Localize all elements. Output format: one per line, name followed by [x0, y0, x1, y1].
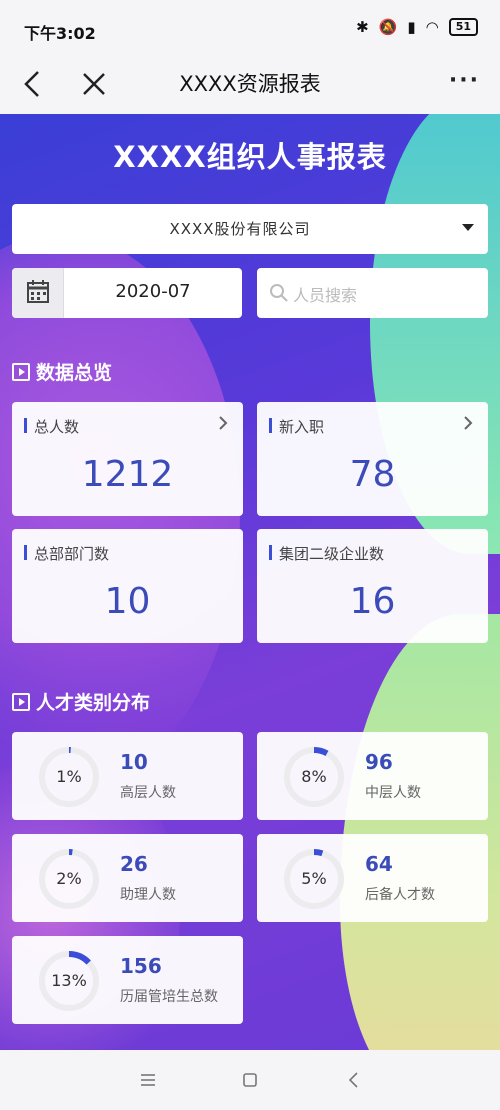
caret-down-icon — [462, 224, 474, 231]
talent-card-senior[interactable]: 1% 10 高层人数 — [12, 732, 243, 820]
date-picker[interactable]: 2020-07 — [12, 268, 242, 318]
status-time: 下午3:02 — [24, 24, 96, 43]
ring-percent: 1% — [56, 767, 82, 786]
stat-card-total[interactable]: 总人数 1212 — [12, 402, 243, 516]
company-select[interactable]: XXXX股份有限公司 — [12, 204, 488, 254]
talent-card-trainees[interactable]: 13% 156 历届管培生总数 — [12, 936, 243, 1024]
talent-value: 156 — [120, 954, 162, 978]
stat-label: 新入职 — [279, 418, 325, 436]
stat-card-new-hires[interactable]: 新入职 78 — [257, 402, 488, 516]
overview-heading-text: 数据总览 — [36, 362, 113, 384]
talent-heading: 人才类别分布 — [12, 688, 150, 715]
ring-percent: 8% — [301, 767, 327, 786]
company-select-value: XXXX股份有限公司 — [169, 220, 311, 238]
stat-card-subsidiaries: 集团二级企业数 16 — [257, 529, 488, 643]
section-icon — [12, 692, 30, 711]
talent-value: 64 — [365, 852, 393, 876]
more-icon[interactable]: ··· — [449, 68, 480, 93]
talent-label: 中层人数 — [365, 785, 421, 801]
talent-label: 后备人才数 — [365, 887, 435, 903]
label-bar — [269, 418, 272, 433]
calendar-icon[interactable] — [12, 268, 64, 318]
stat-value: 10 — [104, 581, 151, 622]
battery-icon: 51 — [448, 18, 478, 36]
ring-percent: 2% — [56, 869, 82, 888]
page-title: XXXX组织人事报表 — [113, 140, 387, 174]
talent-label: 历届管培生总数 — [120, 989, 218, 1005]
stat-value: 16 — [349, 581, 396, 622]
talent-card-reserve[interactable]: 5% 64 后备人才数 — [257, 834, 488, 922]
nav-bar: XXXX资源报表 ··· — [0, 58, 500, 114]
menu-icon[interactable] — [136, 1068, 160, 1092]
talent-label: 高层人数 — [120, 785, 176, 801]
label-bar — [24, 545, 27, 560]
talent-value: 96 — [365, 750, 393, 774]
talent-value: 10 — [120, 750, 148, 774]
stat-value: 1212 — [81, 454, 174, 495]
home-icon[interactable] — [238, 1068, 262, 1092]
mute-icon: 🔕 — [378, 18, 398, 36]
search-icon — [270, 284, 288, 302]
talent-card-assistant[interactable]: 2% 26 助理人数 — [12, 834, 243, 922]
talent-heading-text: 人才类别分布 — [36, 692, 151, 714]
stat-card-departments: 总部部门数 10 — [12, 529, 243, 643]
signal-icon: ▮ — [407, 18, 416, 36]
status-icons: ✱ 🔕 ▮ ◠ 51 — [356, 18, 478, 36]
report-content: XXXX组织人事报表 XXXX股份有限公司 2020-07 人员搜索 数据总览 … — [0, 114, 500, 1050]
system-nav-bar — [0, 1050, 500, 1110]
bluetooth-icon: ✱ — [356, 18, 369, 36]
section-icon — [12, 362, 30, 381]
talent-card-middle[interactable]: 8% 96 中层人数 — [257, 732, 488, 820]
search-input[interactable]: 人员搜索 — [257, 268, 488, 318]
back-nav-icon[interactable] — [342, 1068, 366, 1092]
search-placeholder: 人员搜索 — [293, 286, 358, 305]
wifi-icon: ◠ — [425, 18, 439, 36]
stat-label: 总部部门数 — [34, 545, 110, 563]
stat-label: 总人数 — [34, 418, 80, 436]
overview-heading: 数据总览 — [12, 358, 112, 385]
label-bar — [24, 418, 27, 433]
ring-percent: 13% — [51, 971, 87, 990]
stat-value: 78 — [349, 454, 396, 495]
chevron-right-icon[interactable] — [215, 414, 231, 432]
date-value: 2020-07 — [115, 281, 191, 302]
background-shape — [340, 614, 500, 1050]
nav-title: XXXX资源报表 — [179, 72, 321, 96]
status-bar: 下午3:02 ✱ 🔕 ▮ ◠ 51 — [0, 0, 500, 58]
talent-label: 助理人数 — [120, 887, 176, 903]
stat-label: 集团二级企业数 — [279, 545, 385, 563]
label-bar — [269, 545, 272, 560]
chevron-right-icon[interactable] — [460, 414, 476, 432]
ring-percent: 5% — [301, 869, 327, 888]
talent-value: 26 — [120, 852, 148, 876]
